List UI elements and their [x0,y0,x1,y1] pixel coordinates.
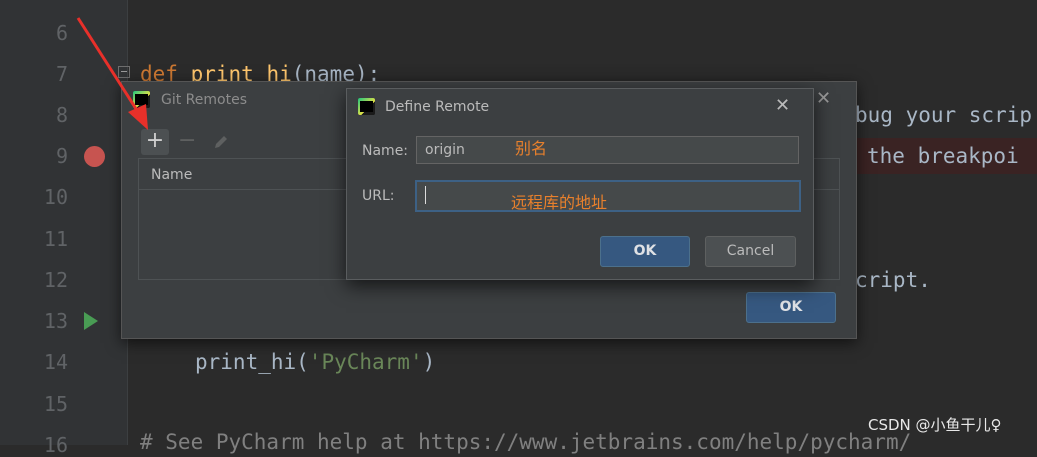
watermark: CSDN @小鱼干儿♀ [868,416,1002,434]
annotation-arrow-icon [76,17,148,130]
